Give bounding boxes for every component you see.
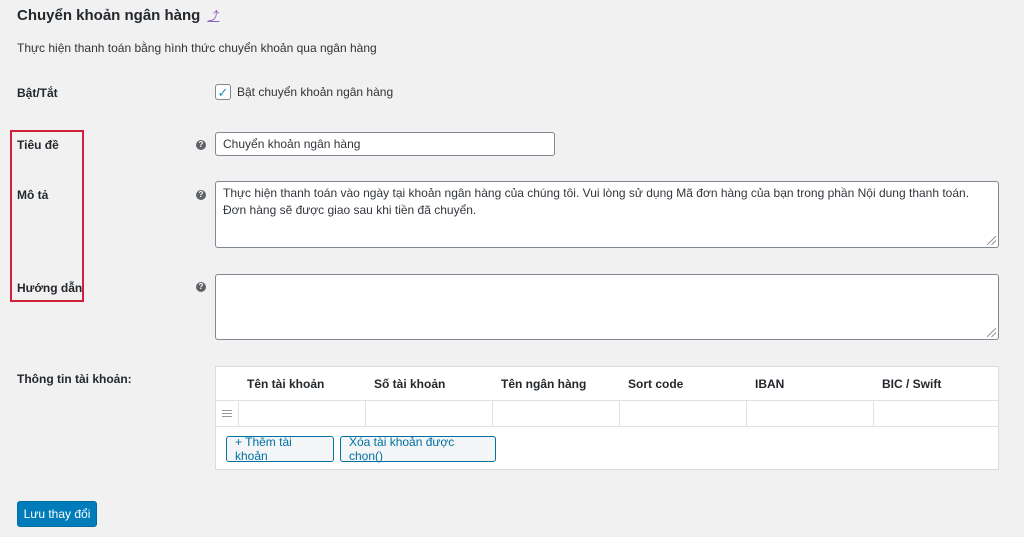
table-row xyxy=(216,400,998,427)
add-account-button[interactable]: + Thêm tài khoản xyxy=(226,435,334,463)
account-number-cell[interactable] xyxy=(366,401,492,426)
save-changes-button[interactable]: Lưu thay đổi xyxy=(17,501,97,527)
bank-name-cell[interactable] xyxy=(493,401,619,426)
page-description: Thực hiện thanh toán bằng hình thức chuy… xyxy=(17,41,377,55)
column-header: Sort code xyxy=(628,377,684,391)
resize-handle-icon[interactable] xyxy=(987,328,996,337)
bic-swift-cell[interactable] xyxy=(874,401,998,426)
accounts-table: Tên tài khoản Số tài khoản Tên ngân hàng… xyxy=(215,366,999,470)
remove-account-button[interactable]: Xóa tài khoản được chọn() xyxy=(340,435,496,463)
page-title-text: Chuyển khoản ngân hàng xyxy=(17,7,201,24)
resize-handle-icon[interactable] xyxy=(987,236,996,245)
column-header: BIC / Swift xyxy=(882,377,942,391)
enable-checkbox[interactable]: ✓ xyxy=(215,84,231,100)
column-header: IBAN xyxy=(755,377,785,391)
enable-checkbox-row[interactable]: ✓ Bật chuyển khoản ngân hàng xyxy=(215,84,393,100)
enable-checkbox-label[interactable]: Bật chuyển khoản ngân hàng xyxy=(237,85,393,99)
highlight-box xyxy=(10,130,84,302)
help-icon[interactable]: ? xyxy=(196,282,206,292)
enable-label: Bật/Tắt xyxy=(17,86,58,100)
help-icon[interactable]: ? xyxy=(196,140,206,150)
checkmark-icon: ✓ xyxy=(217,84,229,100)
accounts-label: Thông tin tài khoản: xyxy=(17,372,132,386)
column-header: Tên ngân hàng xyxy=(501,377,587,391)
title-input[interactable]: Chuyển khoản ngân hàng xyxy=(215,132,555,156)
description-textarea[interactable]: Thực hiện thanh toán vào ngày tại khoản … xyxy=(215,181,999,248)
page-title: Chuyển khoản ngân hàng ⤴ xyxy=(17,7,219,24)
iban-cell[interactable] xyxy=(747,401,873,426)
drag-handle-icon[interactable] xyxy=(222,410,232,417)
account-name-cell[interactable] xyxy=(239,401,365,426)
column-header: Tên tài khoản xyxy=(247,377,325,391)
instructions-textarea[interactable] xyxy=(215,274,999,340)
description-text: Thực hiện thanh toán vào ngày tại khoản … xyxy=(223,186,970,217)
column-header: Số tài khoản xyxy=(374,377,446,391)
sort-code-cell[interactable] xyxy=(620,401,746,426)
up-arrow-icon[interactable]: ⤴ xyxy=(207,7,219,24)
help-icon[interactable]: ? xyxy=(196,190,206,200)
